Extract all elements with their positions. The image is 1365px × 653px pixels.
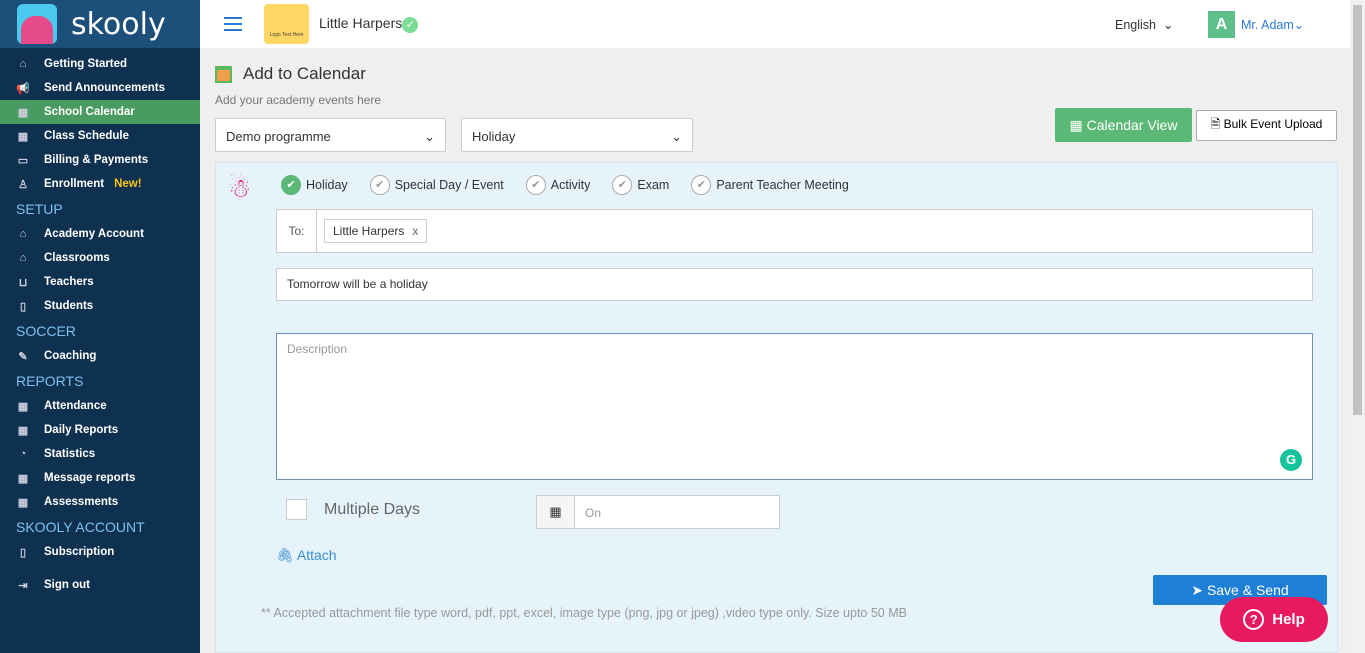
description-textarea[interactable]: Description G: [276, 333, 1313, 480]
sidebar-item-subscription[interactable]: ▯ Subscription: [0, 540, 200, 564]
sidebar-item-statistics[interactable]: ◔ Statistics: [0, 442, 200, 466]
page-title: Add to Calendar: [215, 64, 366, 84]
event-type-option[interactable]: ✔ Holiday: [281, 175, 348, 195]
verified-icon: ✓: [402, 16, 419, 33]
date-input[interactable]: ▦ On: [536, 495, 780, 529]
grammarly-icon[interactable]: G: [1280, 449, 1302, 471]
recipients-field[interactable]: To: Little Harpers x: [276, 209, 1313, 253]
nav-icon: 📢: [16, 82, 30, 95]
chevron-down-icon: ⌄: [424, 129, 435, 144]
nav-icon: ▦: [17, 106, 29, 119]
sidebar-item-daily-reports[interactable]: ▦ Daily Reports: [0, 418, 200, 442]
owl-logo-icon: [17, 4, 57, 44]
nav-icon: ⌂: [19, 58, 27, 70]
nav-icon: ▦: [17, 130, 29, 143]
sidebar: skooly ⌂ Getting Started 📢 Send Announcemen…: [0, 0, 200, 653]
sign-out-icon: ⇥: [18, 579, 28, 592]
sidebar-item-teachers[interactable]: ⊔ Teachers: [0, 270, 200, 294]
sidebar-item-coaching[interactable]: ✎ Coaching: [0, 344, 200, 368]
school-name: Little Harpers ✓: [319, 15, 419, 33]
nav-icon: ◔: [19, 448, 27, 460]
section-heading: SKOOLY ACCOUNT: [16, 519, 145, 535]
attach-link[interactable]: 🖇 Attach: [276, 547, 337, 564]
section-heading: REPORTS: [16, 373, 84, 389]
programme-select[interactable]: Demo programme ⌄: [215, 118, 446, 152]
avatar[interactable]: A: [1208, 10, 1235, 38]
sign-out-button[interactable]: ⇥ Sign out: [0, 573, 200, 597]
nav-icon: ▭: [17, 154, 29, 167]
scrollbar[interactable]: [1350, 0, 1365, 653]
nav-icon: ▯: [19, 300, 27, 313]
nav-icon: ▦: [17, 424, 29, 437]
sidebar-item-send-announcements[interactable]: 📢 Send Announcements: [0, 76, 200, 100]
menu-icon[interactable]: [224, 13, 242, 35]
sidebar-item-class-schedule[interactable]: ▦ Class Schedule: [0, 124, 200, 148]
nav-icon: ♙: [18, 178, 28, 191]
language-select[interactable]: English ⌄: [1115, 17, 1173, 32]
nav-icon: ⊔: [18, 276, 28, 289]
check-icon: ✔: [281, 175, 301, 195]
sidebar-item-billing-payments[interactable]: ▭ Billing & Payments: [0, 148, 200, 172]
brand[interactable]: skooly: [0, 0, 200, 48]
check-icon: ✔: [525, 175, 546, 195]
gingerbread-icon: ☃: [228, 173, 252, 203]
sidebar-item-message-reports[interactable]: ▦ Message reports: [0, 466, 200, 490]
subject-input[interactable]: Tomorrow will be a holiday: [276, 268, 1313, 301]
sidebar-item-academy-account[interactable]: ⌂ Academy Account: [0, 222, 200, 246]
event-type-option[interactable]: ✔ Parent Teacher Meeting: [691, 175, 849, 195]
event-type-select[interactable]: Holiday ⌄: [461, 118, 693, 152]
nav-icon: ▦: [17, 400, 29, 413]
bulk-upload-button[interactable]: 🗎 Bulk Event Upload: [1196, 110, 1337, 141]
check-icon: ✔: [369, 175, 390, 195]
check-icon: ✔: [691, 175, 712, 195]
nav-icon: ✎: [18, 350, 28, 363]
top-header: Logo Text Here Little Harpers ✓ English ⌄…: [200, 0, 1350, 48]
chevron-down-icon: ⌄: [671, 129, 682, 144]
page-subtitle: Add your academy events here: [215, 93, 382, 107]
sidebar-item-enrollment[interactable]: ♙ Enrollment New!: [0, 172, 200, 196]
sidebar-item-students[interactable]: ▯ Students: [0, 294, 200, 318]
nav-icon: ▯: [19, 546, 27, 559]
nav-icon: ▦: [17, 472, 29, 485]
attachment-note: ** Accepted attachment file type word, p…: [261, 606, 907, 620]
event-type-option[interactable]: ✔ Activity: [525, 175, 590, 195]
check-icon: ✔: [612, 175, 633, 195]
school-logo: Logo Text Here: [264, 4, 309, 44]
calendar-view-button[interactable]: ▦ Calendar View: [1055, 108, 1192, 142]
recipient-tag: Little Harpers x: [324, 219, 428, 243]
calendar-icon: [215, 65, 232, 83]
event-type-option[interactable]: ✔ Special Day / Event: [369, 175, 504, 195]
nav-icon: ▦: [17, 496, 29, 509]
help-button[interactable]: ? Help: [1220, 597, 1328, 642]
multiple-days-checkbox[interactable]: Multiple Days: [286, 499, 420, 520]
nav-icon: ⌂: [19, 252, 27, 264]
sidebar-item-assessments[interactable]: ▦ Assessments: [0, 490, 200, 514]
sidebar-item-school-calendar[interactable]: ▦ School Calendar: [0, 100, 200, 124]
sidebar-item-attendance[interactable]: ▦ Attendance: [0, 394, 200, 418]
event-form: ☃ ✔ Holiday ✔ Special Day / Event ✔ Activity ✔…: [215, 162, 1338, 653]
sidebar-item-getting-started[interactable]: ⌂ Getting Started: [0, 52, 200, 76]
event-type-option[interactable]: ✔ Exam: [612, 175, 669, 195]
section-heading: SOCCER: [16, 323, 76, 339]
new-badge: New!: [114, 178, 142, 190]
section-heading: SETUP: [16, 201, 63, 217]
sidebar-item-classrooms[interactable]: ⌂ Classrooms: [0, 246, 200, 270]
user-menu[interactable]: Mr. Adam⌄: [1241, 17, 1304, 32]
nav-icon: ⌂: [19, 228, 27, 240]
remove-recipient-button[interactable]: x: [412, 224, 418, 238]
calendar-icon: ▦: [537, 496, 575, 528]
